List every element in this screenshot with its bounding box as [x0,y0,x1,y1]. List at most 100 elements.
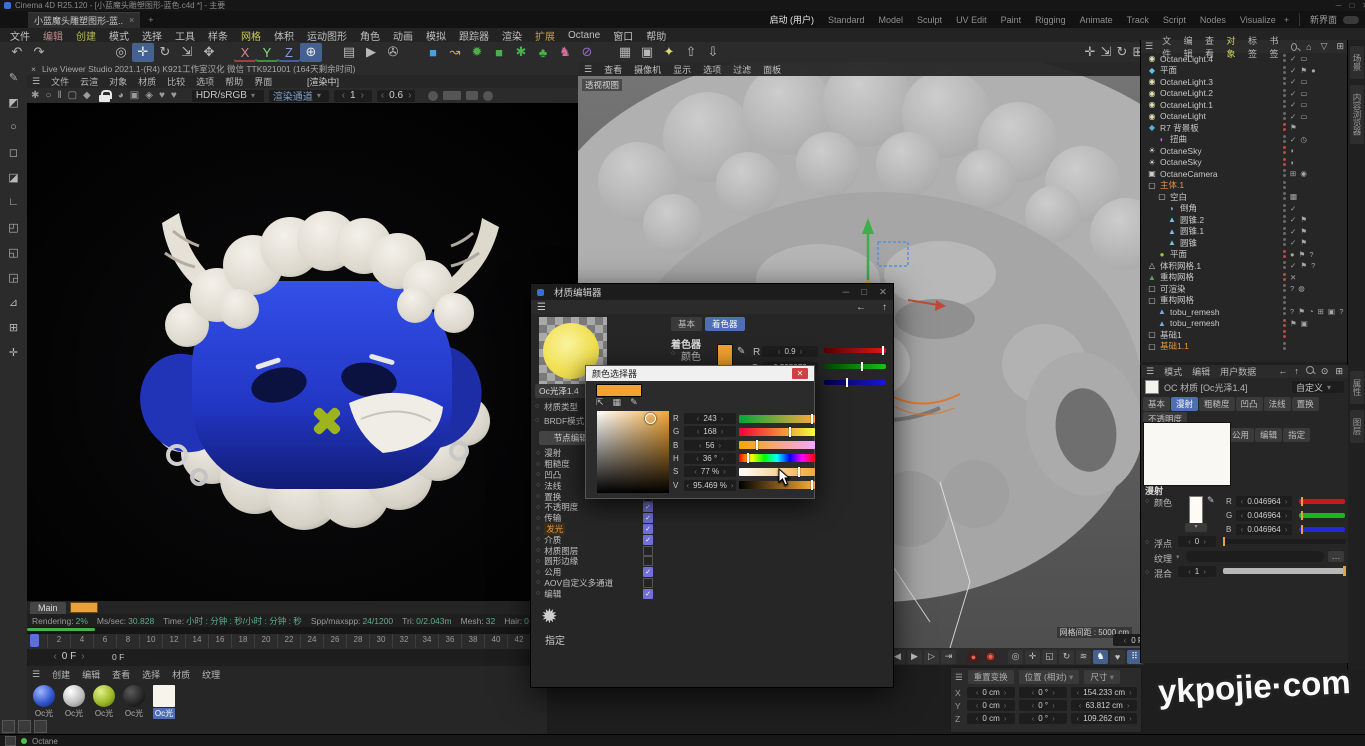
lv-menu[interactable]: 界面 [254,75,272,88]
float-field[interactable]: 0 [1178,536,1216,547]
lv-menu[interactable]: 帮助 [225,75,243,88]
channel-row[interactable]: ○ 介质 [531,534,667,545]
layer-grid-icon[interactable] [18,720,31,733]
playback-button[interactable]: ↻ [1059,650,1074,664]
channel-value-field[interactable]: 77 % [684,466,736,477]
toolbar-icon[interactable]: ✹ [466,43,488,62]
menu-item[interactable]: Octane [568,30,600,41]
tool-icon[interactable]: ⊿ [4,293,24,311]
tool-icon[interactable]: ◱ [4,243,24,261]
color-position-marker[interactable] [645,413,656,424]
om-menu[interactable]: 书签 [1270,34,1282,60]
am-menu[interactable]: 用户数据 [1220,365,1256,378]
viewport-nav-icon[interactable]: ⇲ [1098,43,1114,62]
vp-menu[interactable]: 显示 [673,63,691,76]
channel-row[interactable]: ○ 材质图层 [531,545,667,556]
object-label[interactable]: OctaneSky [1160,157,1202,167]
channel-value-field[interactable]: 0.046964 [1236,510,1292,521]
object-tags[interactable]: ✓ ▭ [1290,54,1348,63]
object-row[interactable]: ◆ 平面 ✓ ⚑ ● [1141,65,1348,77]
viewport-nav-icon[interactable]: ↻ [1114,43,1130,62]
channel-row[interactable]: ○ 编辑 [531,588,667,599]
object-row[interactable]: ▲ 重构网格 ✕ [1141,272,1348,284]
menu-item[interactable]: 渲染 [502,28,522,43]
object-row[interactable]: ● 平面 ● ⚑ ? [1141,249,1348,261]
render-pass-dropdown[interactable]: 渲染通道▾ [269,90,329,102]
b-slider[interactable] [824,380,886,385]
channel-value-field[interactable]: 0.046964 [1236,496,1292,507]
lv-tool-icon[interactable]: ◕ [118,90,124,101]
object-row[interactable]: ◉ OctaneLight.1 ✓ ▭ [1141,99,1348,111]
r-slider[interactable] [824,348,886,353]
dock-tab[interactable]: 内容浏览器 [1350,85,1364,144]
layout-tab[interactable]: Standard [828,13,865,27]
material-item[interactable]: Oc光 [61,685,87,719]
lv-tool-icon[interactable]: ♥ [171,90,177,101]
object-tags[interactable]: ⊞ ◉ [1290,169,1348,178]
object-row[interactable]: ▲ 圆锥.1 ✓ ⚑ [1141,226,1348,238]
object-label[interactable]: 圆锥.1 [1180,225,1204,237]
object-row[interactable]: ▢ 基础1 [1141,329,1348,341]
object-label[interactable]: 可渲染 [1160,283,1186,295]
channel-row[interactable]: ○ 传输 [531,513,667,524]
home-icon[interactable]: ⌂ [1306,42,1311,52]
toolbar-icon[interactable]: ↶ [6,43,28,62]
visibility-dots[interactable] [1283,54,1287,63]
close-icon[interactable]: × [31,64,36,74]
tool-icon[interactable]: ◪ [4,168,24,186]
playback-button[interactable]: ◱ [1042,650,1057,664]
object-row[interactable]: ☀ OctaneSky ◗ [1141,145,1348,157]
key-circle-icon[interactable]: ○ [1145,498,1149,505]
maximize-button[interactable]: □ [861,287,867,298]
channel-value-field[interactable]: 95.469 % [684,480,736,491]
object-tags[interactable]: ◗ [1290,146,1348,155]
visibility-dots[interactable] [1283,181,1287,190]
object-label[interactable]: tobu_remesh [1170,307,1220,317]
mm-menu[interactable]: 纹理 [202,668,220,681]
channel-value-field[interactable]: 168 [684,426,736,437]
material-color-swatch[interactable] [1145,380,1159,394]
menu-item[interactable]: 选择 [142,28,162,43]
object-row[interactable]: △ 体积网格.1 ✓ ⚑ ? [1141,260,1348,272]
mm-menu[interactable]: 编辑 [82,668,100,681]
playback-button[interactable]: ⇥ [941,650,956,664]
visibility-dots[interactable] [1283,238,1287,247]
tool-icon[interactable]: ◩ [4,93,24,111]
resolution-spinner[interactable]: 0.6 [377,90,416,102]
search-icon[interactable] [1306,366,1314,374]
visibility-dots[interactable] [1283,77,1287,86]
material-tab[interactable]: 漫射 [1171,397,1198,411]
visibility-dots[interactable] [1283,273,1287,282]
lv-tool-icon[interactable]: ✱ [31,90,39,101]
film-icon[interactable] [443,91,461,100]
object-tags[interactable]: ▩ [1290,192,1348,201]
samples-spinner[interactable]: 1 [334,90,372,102]
menu-item[interactable]: 模拟 [426,28,446,43]
mm-menu[interactable]: 材质 [172,668,190,681]
om-menu-active[interactable]: 对象 [1227,34,1239,60]
layout-tab[interactable]: Script [1163,13,1186,27]
material-tab[interactable]: 置换 [1292,397,1319,411]
hamburger-icon[interactable]: ☰ [32,669,40,680]
channel-slider[interactable] [1299,499,1345,504]
object-row[interactable]: ▲ 圆锥 ✓ ⚑ [1141,237,1348,249]
shader-tab[interactable]: 基本 [671,317,702,331]
colorspace-dropd own[interactable]: HDR/sRGB▾ [192,90,264,102]
menu-item[interactable]: 跟踪器 [459,28,489,43]
lv-menu[interactable]: 选项 [196,75,214,88]
popout-icon[interactable]: ⊞ [1335,366,1343,377]
object-label[interactable]: tobu_remesh [1170,318,1220,328]
visibility-dots[interactable] [1283,296,1287,305]
toolbar-icon[interactable]: ▣ [636,43,658,62]
size-field[interactable]: 154.233 cm [1071,687,1137,698]
object-tags[interactable]: ✓ ⚑ [1290,227,1348,236]
color-swatch-tab[interactable] [70,602,98,613]
layout-tab[interactable]: Paint [1001,13,1022,27]
am-menu[interactable]: 编辑 [1192,365,1210,378]
menu-item[interactable]: 动画 [393,28,413,43]
object-tags[interactable]: ✓ ⚑ ● [1290,66,1348,75]
texture-field[interactable] [1186,551,1324,562]
material-tab[interactable]: 粗糙度 [1199,397,1235,411]
toolbar-icon[interactable]: ⇩ [702,43,724,62]
playback-button[interactable]: ♞ [1093,650,1108,664]
